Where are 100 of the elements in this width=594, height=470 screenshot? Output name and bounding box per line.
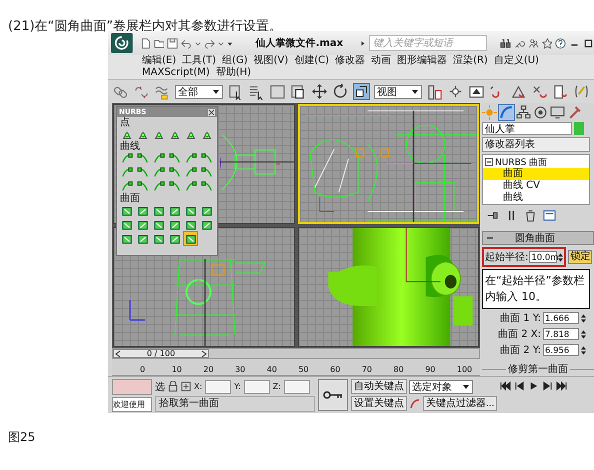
surface-tool-button[interactable] <box>200 204 213 217</box>
next-frame-icon[interactable] <box>200 350 208 358</box>
menu-item[interactable]: 自定义(U) <box>494 55 539 67</box>
surface-tool-button[interactable] <box>184 204 197 217</box>
menu-item[interactable]: 组(G) <box>222 55 248 67</box>
spinner-field[interactable]: 6.956 <box>543 344 579 356</box>
configure-icon[interactable] <box>543 209 556 222</box>
key-mode-dropdown[interactable]: 选定对象 <box>409 380 473 394</box>
spinner-arrows-icon[interactable] <box>581 328 586 340</box>
set-key-button[interactable]: 设置关键点 <box>351 396 407 411</box>
curve-tool-button[interactable] <box>136 166 149 179</box>
star-icon[interactable] <box>542 36 552 50</box>
welcome-field[interactable]: 欢迎使用 <box>112 397 152 412</box>
spinner-field[interactable]: 1.666 <box>543 312 579 324</box>
curve-tool-button[interactable] <box>120 180 133 193</box>
go-to-end-icon[interactable] <box>556 381 568 391</box>
spinner-snap-icon[interactable] <box>552 83 569 100</box>
rectangle-selection-icon[interactable] <box>269 83 286 100</box>
collapse-icon[interactable] <box>485 158 493 166</box>
new-file-icon[interactable] <box>140 36 151 50</box>
surface-tool-button[interactable] <box>152 218 165 231</box>
curve-tool-button[interactable] <box>200 166 213 179</box>
trash-icon[interactable] <box>524 209 537 222</box>
menu-item[interactable]: 渲染(R) <box>453 55 488 67</box>
menu-item[interactable]: 视图(V) <box>254 55 288 67</box>
menu-item[interactable]: 工具(T) <box>182 55 216 67</box>
lock-button[interactable]: 锁定 <box>568 250 592 264</box>
angle-snap-icon[interactable] <box>510 83 527 100</box>
surface-tool-button[interactable] <box>120 232 133 245</box>
lock-icon[interactable] <box>168 381 178 392</box>
absolute-mode-icon[interactable] <box>181 381 191 392</box>
coordinate-field[interactable] <box>205 380 232 394</box>
previous-frame-icon[interactable] <box>514 381 526 391</box>
curve-tool-button[interactable] <box>152 152 165 165</box>
named-selection-icon[interactable] <box>573 83 590 100</box>
curve-tool-button[interactable] <box>120 152 133 165</box>
object-name-field[interactable]: 仙人掌 <box>482 122 572 136</box>
sub-object-item[interactable]: 曲面 <box>483 168 589 180</box>
spinner-field[interactable]: 7.818 <box>543 328 579 340</box>
spinner-field[interactable]: 10.0m <box>529 251 558 263</box>
window-crossing-icon[interactable] <box>290 83 307 100</box>
menu-item[interactable]: MAXScript(M) <box>142 67 210 79</box>
next-frame-icon[interactable] <box>542 381 554 391</box>
manipulate-icon[interactable] <box>447 83 464 100</box>
curve-tool-button[interactable] <box>168 152 181 165</box>
spinner-arrows-icon[interactable] <box>581 312 586 324</box>
sub-object-item[interactable]: 曲线 CV <box>483 180 589 192</box>
surface-tool-button[interactable] <box>200 218 213 231</box>
curve-tool-button[interactable] <box>184 180 197 193</box>
menu-item[interactable]: 帮助(H) <box>216 67 252 79</box>
search-field[interactable]: 键入关键字或短语 <box>368 35 487 51</box>
curve-tool-button[interactable] <box>184 166 197 179</box>
surface-tool-button[interactable] <box>168 232 181 245</box>
surface-tool-button[interactable] <box>168 218 181 231</box>
curve-tool-button[interactable] <box>136 180 149 193</box>
menu-item[interactable]: 修改器 <box>335 55 366 67</box>
curve-tool-button[interactable] <box>120 166 133 179</box>
rollout-header[interactable]: 圆角曲面 <box>482 231 594 245</box>
spinner-arrows-icon[interactable] <box>558 252 564 262</box>
spinner-arrows-icon[interactable] <box>581 344 586 356</box>
dropdown-arrow-icon[interactable] <box>411 88 419 96</box>
object-color-swatch[interactable] <box>574 122 584 136</box>
curve-tool-button[interactable] <box>168 166 181 179</box>
dropdown-arrow-icon[interactable] <box>212 88 220 96</box>
key-button[interactable] <box>318 379 348 411</box>
coordinate-field[interactable] <box>284 380 310 394</box>
key-filters-button[interactable]: 关键点过滤器... <box>423 396 498 411</box>
filter-icon[interactable] <box>409 398 421 410</box>
auto-key-button[interactable]: 自动关键点 <box>351 379 407 394</box>
curve-tool-button[interactable] <box>200 152 213 165</box>
pivot-icon[interactable] <box>426 83 443 100</box>
surface-tool-button[interactable] <box>120 218 133 231</box>
menu-item[interactable]: 动画 <box>371 55 392 67</box>
script-listener-field[interactable] <box>112 379 152 395</box>
hierarchy-icon[interactable] <box>516 105 531 120</box>
curve-tool-button[interactable] <box>152 180 165 193</box>
curve-tool-button[interactable] <box>168 180 181 193</box>
scale-icon[interactable] <box>353 83 370 100</box>
surface-tool-button[interactable] <box>136 218 149 231</box>
surface-tool-button[interactable] <box>152 204 165 217</box>
monitor-icon[interactable] <box>550 105 565 120</box>
close-icon[interactable] <box>208 108 215 116</box>
rotate-icon[interactable] <box>332 83 349 100</box>
selection-filter-dropdown[interactable]: 全部 <box>175 84 223 98</box>
modify-icon[interactable] <box>499 105 514 120</box>
surface-tool-button[interactable] <box>136 232 149 245</box>
reference-coordinate-dropdown[interactable]: 视图 <box>374 84 422 98</box>
hammer-icon[interactable] <box>567 105 582 120</box>
time-slider-thumb[interactable]: 0 / 100 <box>113 349 209 358</box>
previous-frame-icon[interactable] <box>114 350 122 358</box>
surface-tool-button[interactable] <box>152 232 165 245</box>
surface-tool-button[interactable] <box>184 218 197 231</box>
surface-tool-button[interactable] <box>120 204 133 217</box>
curve-tool-button[interactable] <box>136 152 149 165</box>
surface-tool-button[interactable] <box>184 232 197 245</box>
select-by-name-icon[interactable] <box>248 83 265 100</box>
people-icon[interactable] <box>528 36 539 50</box>
menu-item[interactable]: 图形编辑器 <box>397 55 448 67</box>
go-to-start-icon[interactable] <box>500 381 512 391</box>
surface-tool-button[interactable] <box>136 204 149 217</box>
